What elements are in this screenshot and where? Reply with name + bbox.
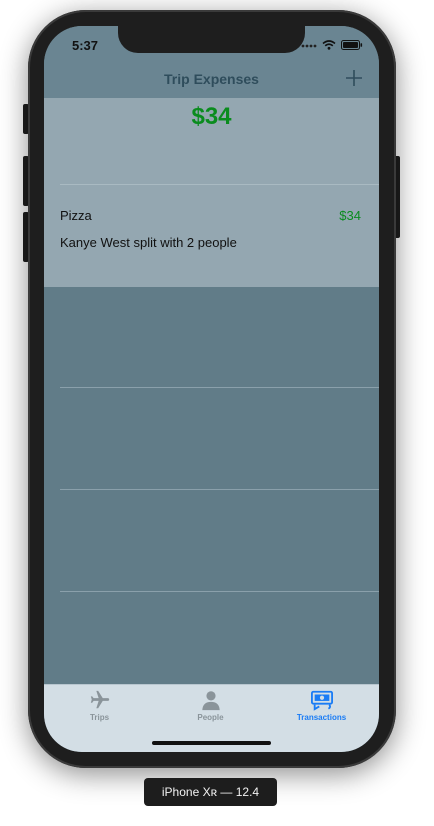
status-time: 5:37: [72, 38, 99, 53]
tab-label: Trips: [89, 713, 110, 722]
device-label: iPhone Xʀ — 12.4: [144, 778, 277, 806]
money-icon: [310, 690, 333, 711]
transaction-amount: $34: [339, 208, 361, 223]
tab-bar: Trips People Transactions: [44, 684, 379, 752]
wifi-icon: [322, 40, 336, 50]
transaction-name: Pizza: [60, 208, 92, 223]
notch: [118, 26, 305, 53]
signal-icon: [301, 44, 317, 48]
tab-trips[interactable]: Trips: [44, 689, 155, 729]
person-icon: [201, 691, 220, 711]
empty-row-separator: [60, 591, 379, 592]
transaction-summary: $34 Pizza $34 Kanye West split with 2 pe…: [44, 98, 379, 287]
tab-people[interactable]: People: [155, 689, 266, 729]
plus-icon[interactable]: [343, 67, 365, 89]
transaction-detail: Kanye West split with 2 people: [60, 235, 237, 250]
battery-icon: [341, 40, 363, 50]
airplane-icon: [90, 690, 109, 709]
status-icons: [301, 40, 363, 50]
empty-row-separator: [60, 489, 379, 490]
navigation-bar: Trip Expenses: [44, 70, 379, 98]
transaction-row[interactable]: Pizza $34 Kanye West split with 2 people: [44, 185, 379, 287]
app-screen: 5:37 Trip Expenses $34 Pizza $34 Kanye W…: [44, 26, 379, 752]
tab-transactions[interactable]: Transactions: [266, 689, 377, 729]
simulator-stage: 5:37 Trip Expenses $34 Pizza $34 Kanye W…: [0, 0, 434, 826]
total-amount: $34: [191, 103, 232, 130]
empty-row-separator: [60, 387, 379, 388]
home-indicator[interactable]: [152, 741, 271, 745]
tab-label: People: [197, 713, 224, 722]
page-title: Trip Expenses: [164, 71, 259, 87]
tab-label: Transactions: [296, 713, 347, 722]
